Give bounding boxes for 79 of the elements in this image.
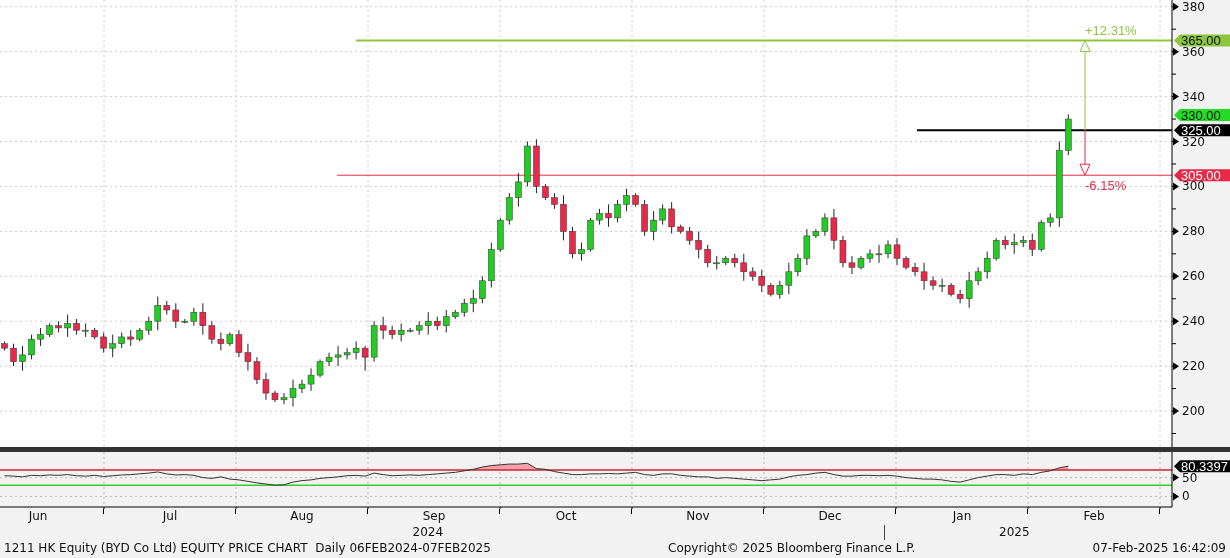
candlestick <box>605 203 612 228</box>
candlestick <box>443 309 450 333</box>
candlestick <box>1 340 8 351</box>
axis-label: 380 <box>1182 0 1205 14</box>
candlestick <box>28 334 35 360</box>
candlestick <box>659 203 666 226</box>
candlestick <box>542 183 549 201</box>
candlestick <box>19 345 26 372</box>
candlestick <box>470 289 477 313</box>
candlestick <box>1038 219 1045 253</box>
candlestick <box>488 242 495 288</box>
percent-label: -6.15% <box>1085 178 1127 194</box>
axis-label: 240 <box>1182 314 1205 329</box>
axis-label: 280 <box>1182 224 1205 239</box>
candlestick <box>1020 235 1027 248</box>
candlestick <box>461 298 468 318</box>
candlestick <box>1065 114 1072 156</box>
candlestick <box>46 322 53 338</box>
candlestick <box>524 141 531 187</box>
candlestick <box>10 343 17 367</box>
candlestick <box>677 224 684 235</box>
candlestick <box>551 192 558 210</box>
candlestick <box>64 313 71 338</box>
candlestick <box>722 255 729 266</box>
candlestick <box>109 334 116 358</box>
axis-label: 0 <box>1182 489 1190 504</box>
axis-label: 220 <box>1182 359 1205 374</box>
percent-label: +12.31% <box>1085 23 1137 39</box>
candlestick <box>55 320 62 333</box>
candlestick <box>1029 233 1036 257</box>
year-label: 2025 <box>998 525 1031 540</box>
candlestick <box>533 138 540 194</box>
candlestick <box>1047 212 1054 228</box>
candlestick <box>91 327 98 340</box>
copyright-text: Copyright© 2025 Bloomberg Finance L.P. <box>668 541 916 555</box>
candlestick <box>154 296 161 331</box>
value-tag: 80.3397 <box>1174 458 1230 474</box>
axis-label: 340 <box>1182 89 1205 104</box>
candlestick <box>668 201 675 235</box>
candlestick <box>650 210 657 241</box>
candlestick <box>695 230 702 259</box>
price-tag: 325.00 <box>1174 122 1230 138</box>
candlestick <box>145 316 152 336</box>
candlestick <box>596 208 603 226</box>
candlestick <box>73 318 80 336</box>
candlestick <box>506 192 513 226</box>
candlestick <box>497 217 504 253</box>
timestamp: 07-Feb-2025 16:42:09 <box>1092 541 1226 555</box>
candlestick <box>623 188 630 212</box>
candlestick <box>136 327 143 342</box>
candlestick <box>740 253 747 282</box>
candlestick <box>100 331 107 354</box>
candlestick <box>578 242 585 262</box>
price-tag: 365.00 <box>1174 32 1230 48</box>
candlestick <box>731 253 738 268</box>
chart-title: 1211 HK Equity (BYD Co Ltd) EQUITY PRICE CHART Daily 06FEB2024-07FEB2025 <box>4 541 491 555</box>
candlestick <box>614 199 621 223</box>
candlestick <box>686 226 693 246</box>
candlestick <box>118 331 125 349</box>
candlestick <box>569 226 576 259</box>
candlestick <box>37 327 44 347</box>
candlestick <box>704 244 711 268</box>
candlestick <box>587 217 594 253</box>
candlestick <box>452 309 459 320</box>
last-price-tag: 330.00 <box>1174 107 1230 123</box>
candlestick <box>479 275 486 304</box>
candlestick <box>1011 233 1018 255</box>
candlestick <box>632 192 639 208</box>
candlestick <box>425 311 432 336</box>
axis-label: 260 <box>1182 269 1205 284</box>
candlestick <box>641 199 648 237</box>
axis-label: 200 <box>1182 404 1205 419</box>
candlestick <box>515 172 522 208</box>
candlestick <box>560 194 567 241</box>
year-label: 2024 <box>411 525 445 540</box>
candlestick <box>713 255 720 271</box>
candlestick <box>434 316 441 331</box>
candlestick <box>127 329 134 347</box>
candlestick <box>82 322 89 338</box>
